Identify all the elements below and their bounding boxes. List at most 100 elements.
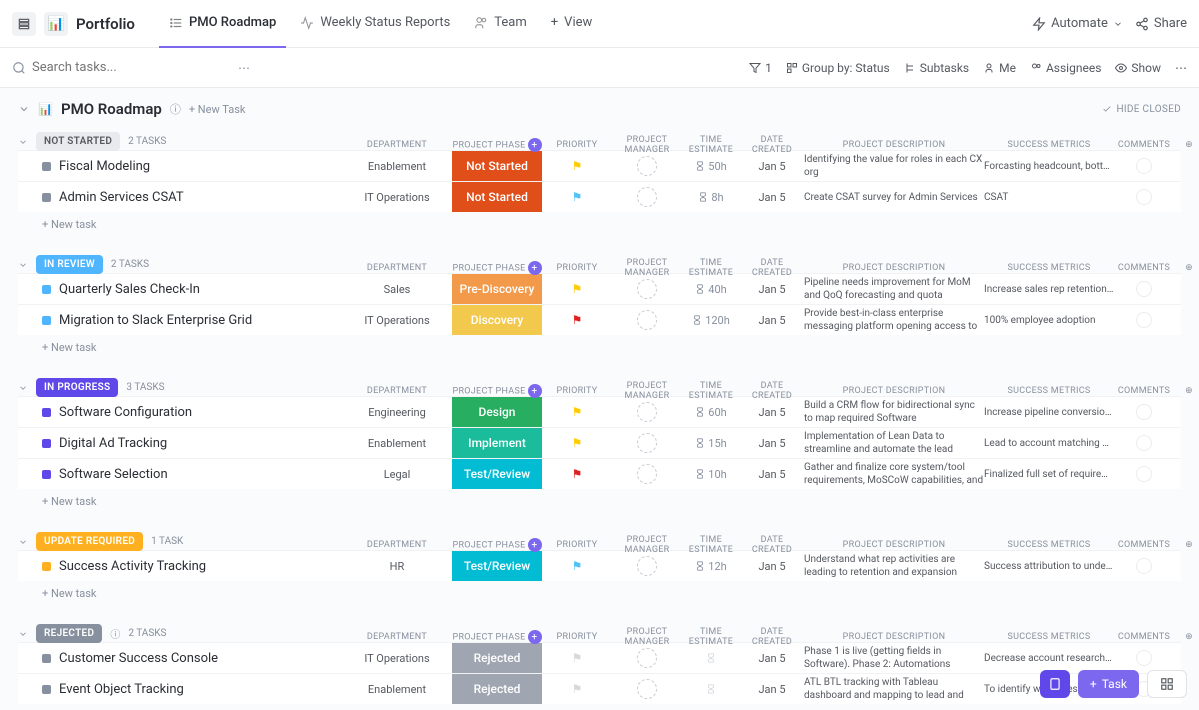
status-dot[interactable] (42, 162, 51, 171)
description-cell[interactable]: Provide best-in-class enterprise messagi… (804, 307, 984, 333)
col-header[interactable]: PROJECT PHASE+ (452, 138, 542, 152)
phase-cell[interactable]: Not Started (452, 182, 542, 212)
plus-icon[interactable]: + (528, 538, 542, 552)
avatar-placeholder[interactable] (637, 433, 657, 453)
department-cell[interactable]: IT Operations (342, 314, 452, 327)
me-chip[interactable]: Me (983, 61, 1016, 75)
layers-icon[interactable] (12, 12, 36, 36)
estimate-cell[interactable]: 120h (682, 314, 740, 327)
status-dot[interactable] (42, 408, 51, 417)
department-cell[interactable]: Enablement (342, 437, 452, 450)
status-dot[interactable] (42, 685, 51, 694)
task-row[interactable]: Admin Services CSAT IT Operations Not St… (18, 181, 1181, 212)
priority-cell[interactable]: ⚑ (542, 559, 612, 573)
priority-cell[interactable]: ⚑ (542, 405, 612, 419)
date-cell[interactable]: Jan 5 (740, 191, 804, 204)
collapse-icon[interactable] (18, 103, 30, 115)
date-cell[interactable]: Jan 5 (740, 560, 804, 573)
comments-cell[interactable] (1114, 158, 1174, 174)
metrics-cell[interactable]: 100% employee adoption (984, 315, 1114, 326)
avatar-placeholder[interactable] (637, 187, 657, 207)
priority-cell[interactable]: ⚑ (542, 190, 612, 204)
col-header[interactable]: PRIORITY (542, 263, 612, 273)
description-cell[interactable]: Gather and finalize core system/tool req… (804, 461, 984, 487)
collapse-icon[interactable] (18, 629, 28, 639)
col-header[interactable]: PRIORITY (542, 386, 612, 396)
priority-cell[interactable]: ⚑ (542, 651, 612, 665)
hide-closed-button[interactable]: HIDE CLOSED (1102, 104, 1181, 115)
date-cell[interactable]: Jan 5 (740, 314, 804, 327)
status-pill[interactable]: REJECTED (36, 624, 102, 643)
priority-cell[interactable]: ⚑ (542, 313, 612, 327)
date-cell[interactable]: Jan 5 (740, 160, 804, 173)
new-task-button[interactable]: + New task (18, 212, 1181, 233)
comments-cell[interactable] (1114, 650, 1174, 666)
add-col-icon[interactable]: ⊕ (1174, 632, 1199, 642)
new-task-button[interactable]: + New task (18, 335, 1181, 356)
avatar-placeholder[interactable] (637, 464, 657, 484)
folder-icon[interactable]: 📊 (44, 12, 68, 36)
description-cell[interactable]: Create CSAT survey for Admin Services (804, 191, 984, 204)
avatar-placeholder[interactable] (637, 679, 657, 699)
col-header[interactable]: DEPARTMENT (342, 263, 452, 273)
info-icon[interactable]: ⓘ (110, 626, 120, 641)
date-cell[interactable]: Jan 5 (740, 468, 804, 481)
phase-cell[interactable]: Discovery (452, 305, 542, 335)
date-cell[interactable]: Jan 5 (740, 437, 804, 450)
info-icon[interactable]: ⓘ (170, 101, 181, 117)
col-header[interactable]: SUCCESS METRICS (984, 632, 1114, 642)
avatar-placeholder[interactable] (637, 556, 657, 576)
group-by-chip[interactable]: Group by: Status (786, 61, 890, 75)
task-row[interactable]: Software Selection Legal Test/Review ⚑ 1… (18, 458, 1181, 489)
tab-weekly-status[interactable]: Weekly Status Reports (290, 0, 460, 48)
add-col-icon[interactable]: ⊕ (1174, 263, 1199, 273)
col-header[interactable]: DEPARTMENT (342, 140, 452, 150)
estimate-cell[interactable] (682, 684, 740, 694)
department-cell[interactable]: IT Operations (342, 652, 452, 665)
comments-cell[interactable] (1114, 466, 1174, 482)
fab-apps[interactable] (1147, 670, 1187, 698)
date-cell[interactable]: Jan 5 (740, 652, 804, 665)
col-header[interactable]: DATE CREATED (740, 627, 804, 647)
department-cell[interactable]: HR (342, 560, 452, 573)
manager-cell[interactable] (612, 679, 682, 699)
description-cell[interactable]: ATL BTL tracking with Tableau dashboard … (804, 676, 984, 702)
col-header[interactable]: COMMENTS (1114, 263, 1174, 273)
collapse-icon[interactable] (18, 537, 28, 547)
col-header[interactable]: DATE CREATED (740, 258, 804, 278)
col-header[interactable]: PROJECT PHASE+ (452, 384, 542, 398)
department-cell[interactable]: IT Operations (342, 191, 452, 204)
col-header[interactable]: PRIORITY (542, 540, 612, 550)
task-row[interactable]: Digital Ad Tracking Enablement Implement… (18, 427, 1181, 458)
priority-cell[interactable]: ⚑ (542, 282, 612, 296)
task-row[interactable]: Event Object Tracking Enablement Rejecte… (18, 673, 1181, 704)
col-header[interactable]: TIME ESTIMATE (682, 381, 740, 401)
manager-cell[interactable] (612, 648, 682, 668)
col-header[interactable]: DATE CREATED (740, 381, 804, 401)
estimate-cell[interactable]: 8h (682, 191, 740, 204)
fab-task[interactable]: +Task (1078, 670, 1139, 698)
priority-cell[interactable]: ⚑ (542, 467, 612, 481)
status-dot[interactable] (42, 316, 51, 325)
more-icon[interactable]: ⋯ (1175, 61, 1187, 75)
new-task-button[interactable]: + New task (18, 489, 1181, 510)
col-header[interactable]: TIME ESTIMATE (682, 627, 740, 647)
estimate-cell[interactable]: 12h (682, 560, 740, 573)
col-header[interactable]: DEPARTMENT (342, 540, 452, 550)
metrics-cell[interactable]: Decrease account research time for CSMs … (984, 653, 1114, 664)
date-cell[interactable]: Jan 5 (740, 406, 804, 419)
manager-cell[interactable] (612, 187, 682, 207)
metrics-cell[interactable]: Finalized full set of requirements for V… (984, 469, 1114, 480)
plus-icon[interactable]: + (528, 384, 542, 398)
filter-chip[interactable]: 1 (749, 61, 772, 75)
status-dot[interactable] (42, 470, 51, 479)
col-header[interactable]: PROJECT DESCRIPTION (804, 632, 984, 642)
col-header[interactable]: PROJECT DESCRIPTION (804, 540, 984, 550)
col-header[interactable]: PRIORITY (542, 632, 612, 642)
more-icon[interactable]: ⋯ (238, 61, 250, 75)
comments-cell[interactable] (1114, 189, 1174, 205)
col-header[interactable]: TIME ESTIMATE (682, 258, 740, 278)
manager-cell[interactable] (612, 310, 682, 330)
add-col-icon[interactable]: ⊕ (1174, 540, 1199, 550)
date-cell[interactable]: Jan 5 (740, 283, 804, 296)
